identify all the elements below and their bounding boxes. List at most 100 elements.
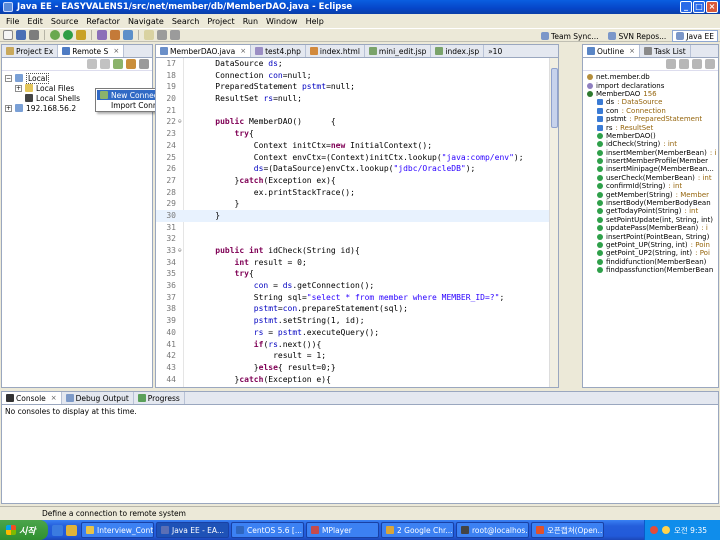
menu-window[interactable]: Window — [262, 17, 302, 26]
save-icon[interactable] — [16, 30, 26, 40]
hide-static-icon[interactable] — [692, 59, 702, 69]
tray-volume-icon[interactable] — [662, 526, 670, 534]
outline-item[interactable]: findidfunction(MemberBean) — [585, 258, 716, 266]
outline-item[interactable]: insertMember(MemberBean): int — [585, 149, 716, 157]
forward-icon[interactable] — [100, 59, 110, 69]
tree-node-local[interactable]: − Local — [5, 72, 149, 84]
perspective-java-ee[interactable]: Java EE — [672, 30, 718, 42]
tab-remote-systems[interactable]: Remote S × — [58, 45, 125, 57]
tab-outline[interactable]: Outline × — [583, 45, 641, 57]
menu-edit[interactable]: Edit — [23, 17, 47, 26]
taskbar-button[interactable]: CentOS 5.6 [... — [231, 522, 304, 538]
tab-overflow[interactable]: »10 — [484, 45, 506, 57]
code-line[interactable]: 45 e.printStackTrace(); — [156, 385, 558, 387]
code-line[interactable]: 24 Context initCtx=new InitialContext(); — [156, 140, 558, 152]
menu-search[interactable]: Search — [168, 17, 203, 26]
code-line[interactable]: 43 }else{ result=0;} — [156, 362, 558, 374]
close-icon[interactable]: × — [629, 47, 635, 55]
taskbar-button[interactable]: Interview_Cont... — [81, 522, 154, 538]
tab-task-list[interactable]: Task List — [640, 45, 691, 57]
menu-run[interactable]: Run — [239, 17, 262, 26]
code-line[interactable]: 25 Context envCtx=(Context)initCtx.looku… — [156, 152, 558, 164]
outline-item[interactable]: rs: ResultSet — [585, 123, 716, 132]
folder-icon[interactable] — [66, 524, 77, 536]
code-line[interactable]: 22 ⊖ public MemberDAO() { — [156, 116, 558, 128]
code-line[interactable]: 30 } — [156, 209, 558, 222]
scrollbar-thumb[interactable] — [551, 68, 558, 128]
menu-project[interactable]: Project — [203, 17, 238, 26]
outline-item[interactable]: con: Connection — [585, 107, 716, 115]
outline-item[interactable]: setPointUpdate(int, String, int) — [585, 216, 716, 224]
tab-project-explorer[interactable]: Project Ex — [2, 45, 59, 57]
menu-refactor[interactable]: Refactor — [82, 17, 124, 26]
outline-item[interactable]: pstmt: PreparedStatement — [585, 115, 716, 123]
forward-icon[interactable] — [170, 30, 180, 40]
taskbar-button[interactable]: 오픈캡쳐(Open... — [531, 522, 604, 538]
start-button[interactable]: 시작 — [0, 520, 48, 540]
outline-item[interactable]: net.member.db — [585, 73, 716, 81]
code-line[interactable]: 36 con = ds.getConnection(); — [156, 280, 558, 292]
tab-progress[interactable]: Progress — [134, 392, 185, 404]
new-java-class-icon[interactable] — [97, 30, 107, 40]
menu-navigate[interactable]: Navigate — [124, 17, 168, 26]
outline-item[interactable]: import declarations — [585, 81, 716, 90]
code-line[interactable]: 38 pstmt=con.prepareStatement(sql); — [156, 303, 558, 315]
editor-scrollbar[interactable] — [549, 58, 558, 387]
code-line[interactable]: 26 ds=(DataSource)envCtx.lookup("jdbc/Or… — [156, 163, 558, 175]
outline-item[interactable]: insertMemberProfile(Member — [585, 157, 716, 165]
outline-item[interactable]: MemberDAO 156 — [585, 90, 716, 98]
expand-icon[interactable]: + — [15, 84, 22, 92]
tab-index-html[interactable]: index.html — [306, 45, 365, 57]
code-line[interactable]: 18 Connection con=null; — [156, 70, 558, 82]
print-icon[interactable] — [29, 30, 39, 40]
outline-item[interactable]: MemberDAO() — [585, 132, 716, 140]
hide-fields-icon[interactable] — [679, 59, 689, 69]
code-line[interactable]: 42 result = 1; — [156, 350, 558, 362]
perspective-team-sync[interactable]: Team Sync... — [537, 30, 602, 42]
taskbar-button[interactable]: MPlayer — [306, 522, 379, 538]
outline-item[interactable]: findpassfunction(MemberBean — [585, 266, 716, 274]
close-icon[interactable]: × — [706, 1, 718, 13]
search-icon[interactable] — [123, 30, 133, 40]
code-line[interactable]: 20 ResultSet rs=null; — [156, 93, 558, 105]
code-line[interactable]: 39 pstmt.setString(1, id); — [156, 315, 558, 327]
code-line[interactable]: 41 if(rs.next()){ — [156, 339, 558, 351]
link-icon[interactable] — [126, 59, 136, 69]
tab-mini-edit-jsp[interactable]: mini_edit.jsp — [365, 45, 432, 57]
menu-file[interactable]: File — [2, 17, 23, 26]
code-line[interactable]: 29 } — [156, 198, 558, 210]
tray-app-icon[interactable] — [650, 526, 658, 534]
code-line[interactable]: 44 }catch(Exception e){ — [156, 374, 558, 386]
outline-item[interactable]: ds: DataSource — [585, 98, 716, 106]
code-line[interactable]: 33 ⊖ public int idCheck(String id){ — [156, 245, 558, 257]
view-menu-icon[interactable] — [705, 59, 715, 69]
menu-help[interactable]: Help — [302, 17, 328, 26]
tab-index-jsp[interactable]: index.jsp — [431, 45, 485, 57]
run-icon[interactable] — [63, 30, 73, 40]
code-line[interactable]: 32 — [156, 233, 558, 245]
outline-item[interactable]: insertPoint(PointBean, String) — [585, 232, 716, 241]
close-icon[interactable]: × — [240, 47, 246, 55]
back-icon[interactable] — [87, 59, 97, 69]
outline-item[interactable]: getMember(String): Member — [585, 190, 716, 199]
expand-icon[interactable]: + — [5, 104, 12, 112]
taskbar-button[interactable]: 2 Google Chr... — [381, 522, 454, 538]
external-tools-icon[interactable] — [76, 30, 86, 40]
outline-item[interactable]: confirmId(String): int — [585, 182, 716, 190]
outline-item[interactable]: idCheck(String): int — [585, 140, 716, 148]
code-line[interactable]: 40 rs = pstmt.executeQuery(); — [156, 327, 558, 339]
back-icon[interactable] — [157, 30, 167, 40]
new-icon[interactable] — [3, 30, 13, 40]
sort-icon[interactable] — [666, 59, 676, 69]
outline-item[interactable]: userCheck(MemberBean): int — [585, 174, 716, 182]
debug-icon[interactable] — [50, 30, 60, 40]
tab-debug-output[interactable]: Debug Output — [62, 392, 134, 404]
code-line[interactable]: 23 try{ — [156, 128, 558, 140]
ie-icon[interactable] — [52, 524, 63, 536]
taskbar-button[interactable]: Java EE - EA... — [156, 522, 229, 538]
taskbar-button[interactable]: root@localhos... — [456, 522, 529, 538]
outline-item[interactable]: getTodayPoint(String): int — [585, 207, 716, 215]
collapse-icon[interactable]: − — [5, 74, 12, 82]
annotation-icon[interactable] — [144, 30, 154, 40]
perspective-svn-repos[interactable]: SVN Repos... — [604, 30, 670, 42]
